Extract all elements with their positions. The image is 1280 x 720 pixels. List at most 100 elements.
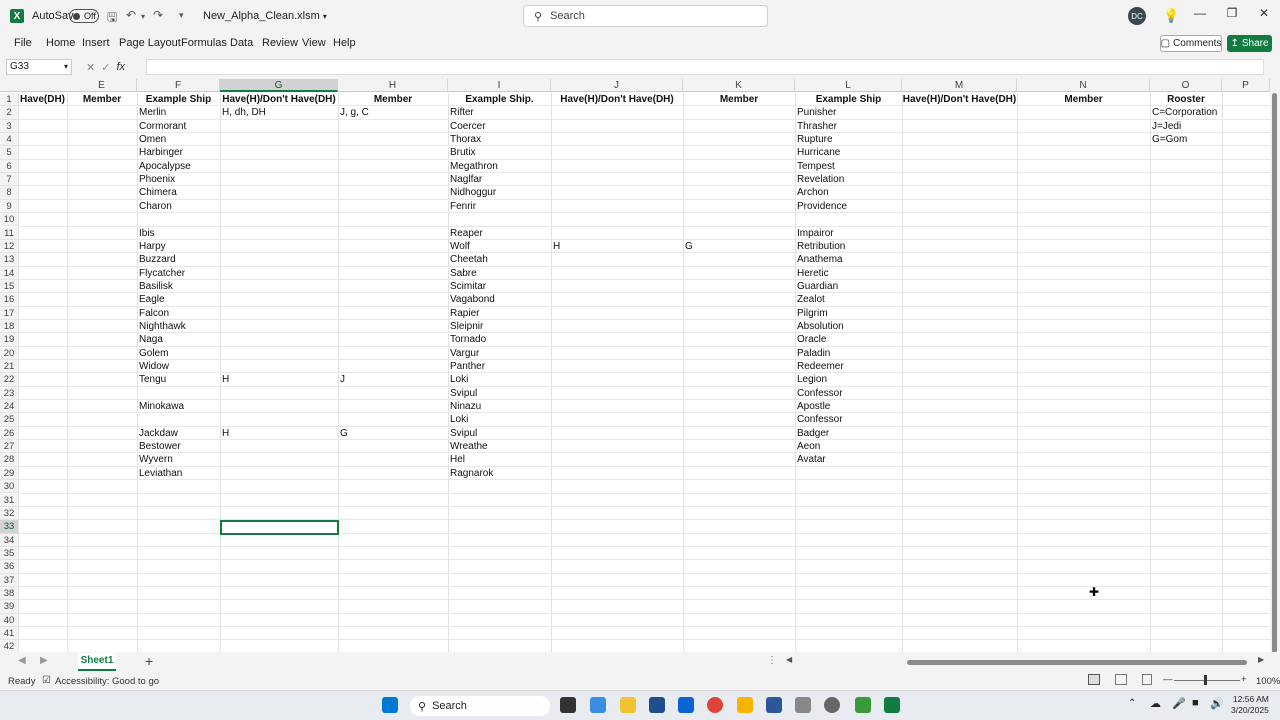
tab-review[interactable]: Review	[262, 37, 298, 49]
cell-i15[interactable]: Scimitar	[450, 280, 550, 293]
tab-insert[interactable]: Insert	[82, 37, 110, 49]
avatar[interactable]: DC	[1128, 7, 1146, 25]
normal-view-icon[interactable]	[1088, 674, 1100, 685]
row-header-22[interactable]: 22	[0, 373, 18, 387]
share-button[interactable]: ↥ Share	[1227, 35, 1272, 52]
cell-l5[interactable]: Hurricane	[797, 146, 901, 159]
cell-f26[interactable]: Jackdaw	[139, 427, 219, 440]
cell-l8[interactable]: Archon	[797, 186, 901, 199]
zoom-slider-handle[interactable]	[1204, 675, 1207, 685]
cell-i22[interactable]: Loki	[450, 373, 550, 386]
cell-i3[interactable]: Coercer	[450, 120, 550, 133]
tab-home[interactable]: Home	[46, 37, 75, 49]
tab-page-layout[interactable]: Page Layout	[119, 37, 181, 49]
tab-view[interactable]: View	[302, 37, 326, 49]
cell-l20[interactable]: Paladin	[797, 347, 901, 360]
cell-f2[interactable]: Merlin	[139, 106, 219, 119]
onedrive-icon[interactable]: ☁	[1150, 697, 1161, 710]
cell-i25[interactable]: Loki	[450, 413, 550, 426]
cell-f7[interactable]: Phoenix	[139, 173, 219, 186]
cell-h22[interactable]: J	[340, 373, 447, 386]
cell-i13[interactable]: Cheetah	[450, 253, 550, 266]
minimize-icon[interactable]: —	[1190, 6, 1210, 24]
cell-h2[interactable]: J, g, C	[340, 106, 447, 119]
cell-l3[interactable]: Thrasher	[797, 120, 901, 133]
task-view-icon[interactable]	[560, 697, 576, 713]
page-break-view-icon[interactable]	[1142, 674, 1152, 685]
row-header-32[interactable]: 32	[0, 506, 18, 521]
tab-formulas[interactable]: Formulas	[181, 37, 227, 49]
row-header-39[interactable]: 39	[0, 600, 18, 614]
row-header-38[interactable]: 38	[0, 586, 18, 601]
row-header-29[interactable]: 29	[0, 466, 18, 481]
row-header-27[interactable]: 27	[0, 440, 18, 454]
cell-l4[interactable]: Rupture	[797, 133, 901, 146]
formula-input[interactable]	[146, 59, 1264, 75]
row-header-16[interactable]: 16	[0, 293, 18, 307]
redo-icon[interactable]: ↷	[153, 8, 163, 22]
cell-o2[interactable]: C=Corporation	[1152, 106, 1221, 119]
cell-i11[interactable]: Reaper	[450, 227, 550, 240]
cell-g22[interactable]: H	[222, 373, 337, 386]
taskbar-search[interactable]: ⚲ Search	[410, 696, 550, 716]
column-header-o[interactable]: O	[1150, 79, 1222, 92]
row-header-8[interactable]: 8	[0, 186, 18, 200]
column-header-l[interactable]: L	[795, 79, 902, 92]
spreadsheet-grid[interactable]: EFGHIJKLMNOP 1 2 3 4 5 6 7 8 9 10 11 12 13 14 15 16 17 18…	[0, 79, 1270, 652]
cell-f13[interactable]: Buzzard	[139, 253, 219, 266]
header-cell-j1[interactable]: Have(H)/Don't Have(DH)	[551, 93, 683, 106]
cell-f6[interactable]: Apocalypse	[139, 160, 219, 173]
row-header-12[interactable]: 12	[0, 239, 18, 254]
tab-help[interactable]: Help	[333, 37, 356, 49]
undo-dropdown-icon[interactable]: ▾	[141, 12, 145, 21]
row-header-42[interactable]: 42	[0, 640, 18, 652]
search-box[interactable]: ⚲ Search	[523, 5, 768, 27]
column-header-k[interactable]: K	[683, 79, 795, 92]
cell-l12[interactable]: Retribution	[797, 240, 901, 253]
scroll-left-icon[interactable]: ◀	[786, 655, 792, 664]
row-header-21[interactable]: 21	[0, 360, 18, 374]
cell-i8[interactable]: Nidhoggur	[450, 186, 550, 199]
header-cell-n1[interactable]: Member	[1017, 93, 1150, 106]
row-header-18[interactable]: 18	[0, 319, 18, 334]
name-box[interactable]: G33 ▾	[6, 59, 72, 75]
column-header-e[interactable]: E	[67, 79, 137, 92]
cell-f21[interactable]: Widow	[139, 360, 219, 373]
snip-icon[interactable]	[795, 697, 811, 713]
cell-l14[interactable]: Heretic	[797, 267, 901, 280]
comments-button[interactable]: ▢ Comments	[1160, 35, 1222, 52]
header-cell-i1[interactable]: Example Ship.	[448, 93, 551, 106]
cell-f5[interactable]: Harbinger	[139, 146, 219, 159]
row-header-13[interactable]: 13	[0, 253, 18, 267]
zoom-slider[interactable]	[1174, 680, 1240, 681]
cell-l21[interactable]: Redeemer	[797, 360, 901, 373]
fx-icon[interactable]: fx	[116, 61, 125, 73]
row-header-20[interactable]: 20	[0, 346, 18, 360]
column-header-n[interactable]: N	[1017, 79, 1150, 92]
row-header-19[interactable]: 19	[0, 333, 18, 347]
row-header-2[interactable]: 2	[0, 106, 18, 120]
cell-f4[interactable]: Omen	[139, 133, 219, 146]
cell-f11[interactable]: Ibis	[139, 227, 219, 240]
row-header-35[interactable]: 35	[0, 546, 18, 561]
cell-f20[interactable]: Golem	[139, 347, 219, 360]
cell-l11[interactable]: Impairor	[797, 227, 901, 240]
row-header-25[interactable]: 25	[0, 413, 18, 427]
cell-l27[interactable]: Aeon	[797, 440, 901, 453]
cell-l18[interactable]: Absolution	[797, 320, 901, 333]
cell-f12[interactable]: Harpy	[139, 240, 219, 253]
volume-icon[interactable]: 🔊	[1210, 697, 1224, 710]
row-header-37[interactable]: 37	[0, 573, 18, 587]
cell-i28[interactable]: Hel	[450, 453, 550, 466]
autosave-toggle[interactable]: Off	[69, 9, 99, 23]
row-header-9[interactable]: 9	[0, 199, 18, 214]
row-header-24[interactable]: 24	[0, 400, 18, 414]
cell-l25[interactable]: Confessor	[797, 413, 901, 426]
cell-l15[interactable]: Guardian	[797, 280, 901, 293]
cell-i21[interactable]: Panther	[450, 360, 550, 373]
clock[interactable]: 12:56 AM 3/20/2025	[1231, 694, 1269, 716]
cell-i16[interactable]: Vagabond	[450, 293, 550, 306]
scroll-right-icon[interactable]: ▶	[1258, 655, 1264, 664]
undo-icon[interactable]: ↶	[126, 8, 136, 22]
vertical-scroll-thumb[interactable]	[1272, 93, 1277, 653]
